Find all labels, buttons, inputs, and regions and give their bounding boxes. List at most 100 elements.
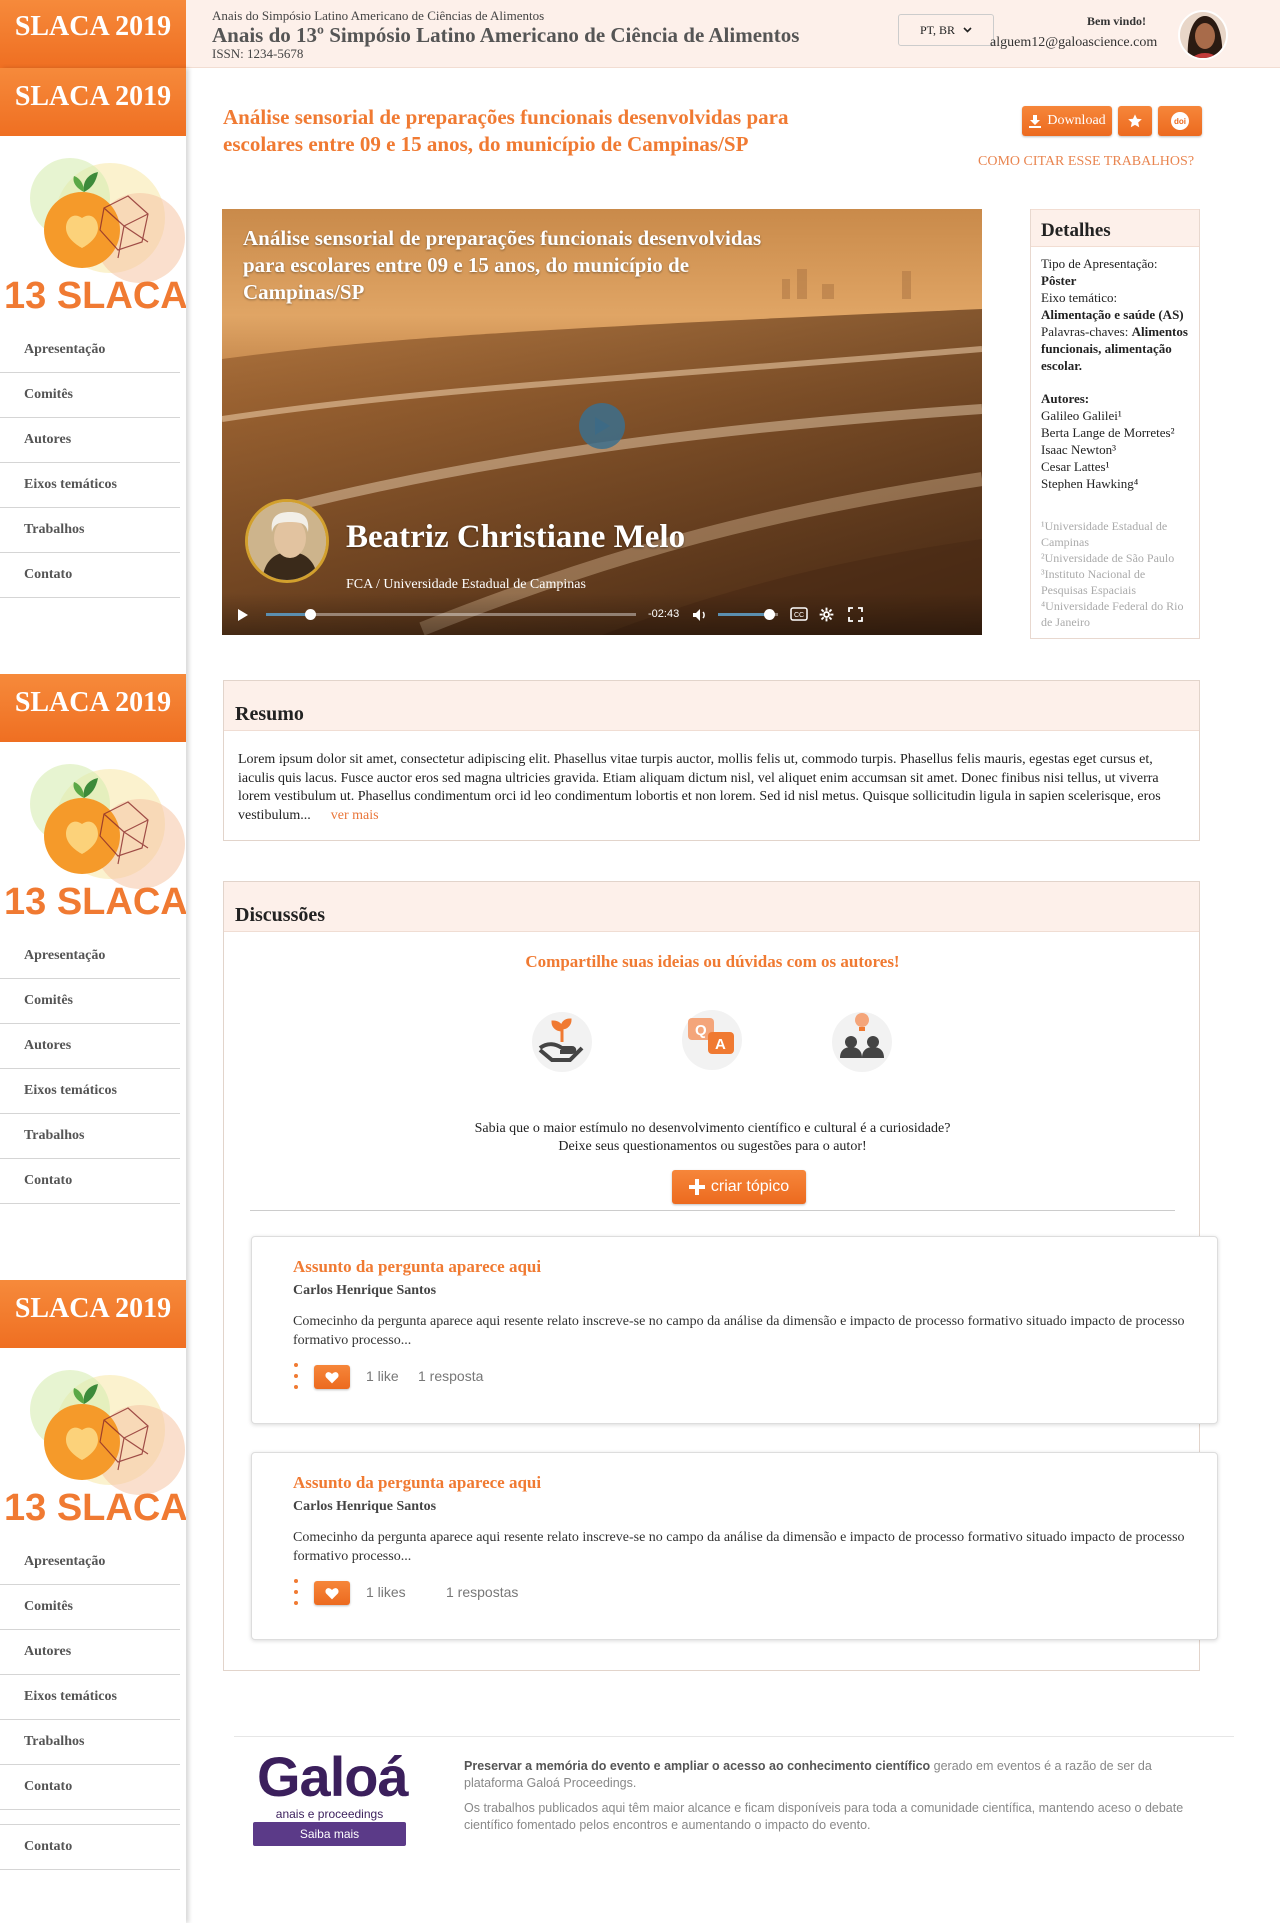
cite-link[interactable]: COMO CITAR ESSE TRABALHOS? [978, 154, 1194, 170]
galoa-logo-subtitle: anais e proceedings [275, 1807, 384, 1821]
sidebar-item-apresentacao[interactable]: Apresentação [0, 1540, 180, 1585]
event-logo[interactable]: 13 SLACA [0, 138, 188, 328]
sidebar-item-trabalhos[interactable]: Trabalhos [0, 508, 180, 553]
doi-button[interactable]: doi [1158, 106, 1202, 136]
sidebar-brand[interactable]: SLACA 2019 [0, 674, 186, 742]
sidebar-item-autores[interactable]: Autores [0, 418, 180, 463]
sidebar-brand[interactable]: SLACA 2019 [0, 1280, 186, 1348]
thematic-axis: Eixo temático: Alimentação e saúde (AS) [1041, 290, 1184, 322]
abstract-heading: Resumo [224, 681, 1199, 731]
affiliation-item: ¹Universidade Estadual de Campinas [1041, 519, 1168, 549]
author-item[interactable]: Stephen Hawking⁴ [1041, 475, 1189, 492]
author-item[interactable]: Berta Lange de Morretes² [1041, 424, 1189, 441]
svg-text:CC: CC [794, 612, 804, 619]
heart-icon [325, 1371, 339, 1383]
play-button[interactable] [579, 403, 625, 449]
avatar[interactable] [1178, 10, 1228, 60]
welcome-text: Bem vindo! [1086, 14, 1146, 28]
favorite-button[interactable] [1118, 106, 1152, 136]
sidebar-item-eixos[interactable]: Eixos temáticos [0, 1069, 180, 1114]
topic-title[interactable]: Assunto da pergunta aparece aqui [293, 1473, 541, 1493]
author-item[interactable]: Isaac Newton³ [1041, 441, 1189, 458]
volume-icon[interactable] [692, 608, 708, 622]
chevron-down-icon [963, 27, 972, 33]
sidebar-item-comites[interactable]: Comitês [0, 979, 180, 1024]
divider [250, 1210, 1175, 1211]
details-panel: Detalhes Tipo de Apresentação: Pôster Ei… [1030, 209, 1200, 639]
like-button[interactable] [314, 1581, 350, 1605]
event-title: Anais do 13º Simpósio Latino Americano d… [212, 23, 800, 47]
settings-icon[interactable] [819, 607, 834, 622]
sidebar-item-eixos[interactable]: Eixos temáticos [0, 463, 180, 508]
sidebar-item-trabalhos[interactable]: Trabalhos [0, 1114, 180, 1159]
sidebar-brand[interactable]: SLACA 2019 [0, 68, 186, 136]
sidebar-item-contato[interactable]: Contato [0, 1825, 180, 1870]
more-options-icon[interactable] [293, 1579, 299, 1605]
more-options-icon[interactable] [293, 1363, 299, 1389]
sidebar-item-contato[interactable]: Contato [0, 1159, 180, 1204]
author-item[interactable]: Galileo Galilei¹ [1041, 407, 1189, 424]
volume-knob[interactable] [764, 609, 775, 620]
details-heading: Detalhes [1031, 209, 1199, 247]
like-button[interactable] [314, 1365, 350, 1389]
author-item[interactable]: Cesar Lattes¹ [1041, 458, 1189, 475]
topic-card[interactable]: Assunto da pergunta aparece aqui Carlos … [251, 1236, 1218, 1424]
brand-title[interactable]: SLACA 2019 [0, 0, 186, 68]
paper-title: Análise sensorial de preparações funcion… [223, 105, 789, 156]
footer-paragraph: Preservar a memória do evento e ampliar … [464, 1759, 1152, 1790]
sidebar-item-apresentacao[interactable]: Apresentação [0, 934, 180, 979]
download-icon [1029, 115, 1042, 128]
details-body: Tipo de Apresentação: Pôster Eixo temáti… [1031, 247, 1199, 638]
sidebar-bottom-nav: Contato [0, 1824, 180, 1870]
main-content: Análise sensorial de preparações funcion… [186, 68, 1280, 1923]
doi-icon: doi [1171, 112, 1189, 130]
heart-icon [325, 1587, 339, 1599]
plant-hand-icon [532, 1012, 592, 1072]
event-logo[interactable]: 13 SLACA [0, 744, 188, 934]
reply-count[interactable]: 1 resposta [418, 1368, 483, 1384]
progress-knob[interactable] [305, 609, 317, 620]
topic-body: Comecinho da pergunta aparece aqui resen… [293, 1314, 1185, 1348]
discussions-text: Sabia que o maior estímulo no desenvolvi… [224, 1120, 1201, 1156]
discussions-line: Sabia que o maior estímulo no desenvolvi… [474, 1121, 951, 1136]
volume-track[interactable] [718, 609, 778, 620]
saiba-mais-button[interactable]: Saiba mais [253, 1822, 406, 1846]
progress-track[interactable] [266, 609, 636, 620]
sidebar-nav: Apresentação Comitês Autores Eixos temático… [0, 934, 180, 1204]
abstract-panel: Resumo Lorem ipsum dolor sit amet, conse… [223, 680, 1200, 841]
topic-body: Comecinho da pergunta aparece aqui resen… [293, 1530, 1185, 1564]
sidebar-item-comites[interactable]: Comitês [0, 1585, 180, 1630]
people-idea-icon [832, 1012, 892, 1072]
play-small-icon[interactable] [237, 608, 249, 622]
discussions-heading: Discussões [224, 882, 1199, 932]
read-more-link[interactable]: ver mais [331, 808, 379, 823]
topic-card[interactable]: Assunto da pergunta aparece aqui Carlos … [251, 1452, 1218, 1640]
sidebar-item-autores[interactable]: Autores [0, 1630, 180, 1675]
captions-icon[interactable]: CC [790, 607, 808, 621]
video-player[interactable]: Análise sensorial de preparações funcion… [222, 209, 982, 635]
sidebar-item-eixos[interactable]: Eixos temáticos [0, 1675, 180, 1720]
video-title: Análise sensorial de preparações funcion… [243, 226, 762, 304]
topic-author: Carlos Henrique Santos [293, 1499, 437, 1514]
sidebar: SLACA 2019 13 SLACA Apresentação Comitês Au… [0, 68, 188, 1923]
galoa-logo[interactable]: Galoá anais e proceedings Saiba mais [253, 1747, 409, 1846]
fullscreen-icon[interactable] [848, 607, 863, 622]
sidebar-item-trabalhos[interactable]: Trabalhos [0, 1720, 180, 1765]
sidebar-item-contato[interactable]: Contato [0, 553, 180, 598]
sidebar-item-contato[interactable]: Contato [0, 1765, 180, 1810]
create-topic-button[interactable]: criar tópico [672, 1170, 806, 1204]
user-email[interactable]: alguem12@galoascience.com [990, 35, 1157, 51]
time-remaining: -02:43 [648, 608, 680, 620]
event-logo[interactable]: 13 SLACA [0, 1350, 188, 1540]
sidebar-item-autores[interactable]: Autores [0, 1024, 180, 1069]
question-answer-icon: QA [682, 1010, 742, 1070]
language-select[interactable]: PT, BR [898, 14, 994, 46]
svg-text:13 SLACA: 13 SLACA [4, 881, 186, 923]
sidebar-item-apresentacao[interactable]: Apresentação [0, 328, 180, 373]
download-button[interactable]: Download [1022, 106, 1112, 136]
reply-count[interactable]: 1 respostas [446, 1584, 518, 1600]
create-topic-label: criar tópico [710, 1178, 790, 1195]
sidebar-item-comites[interactable]: Comitês [0, 373, 180, 418]
topic-title[interactable]: Assunto da pergunta aparece aqui [293, 1257, 541, 1277]
like-count: 1 like [366, 1368, 399, 1384]
